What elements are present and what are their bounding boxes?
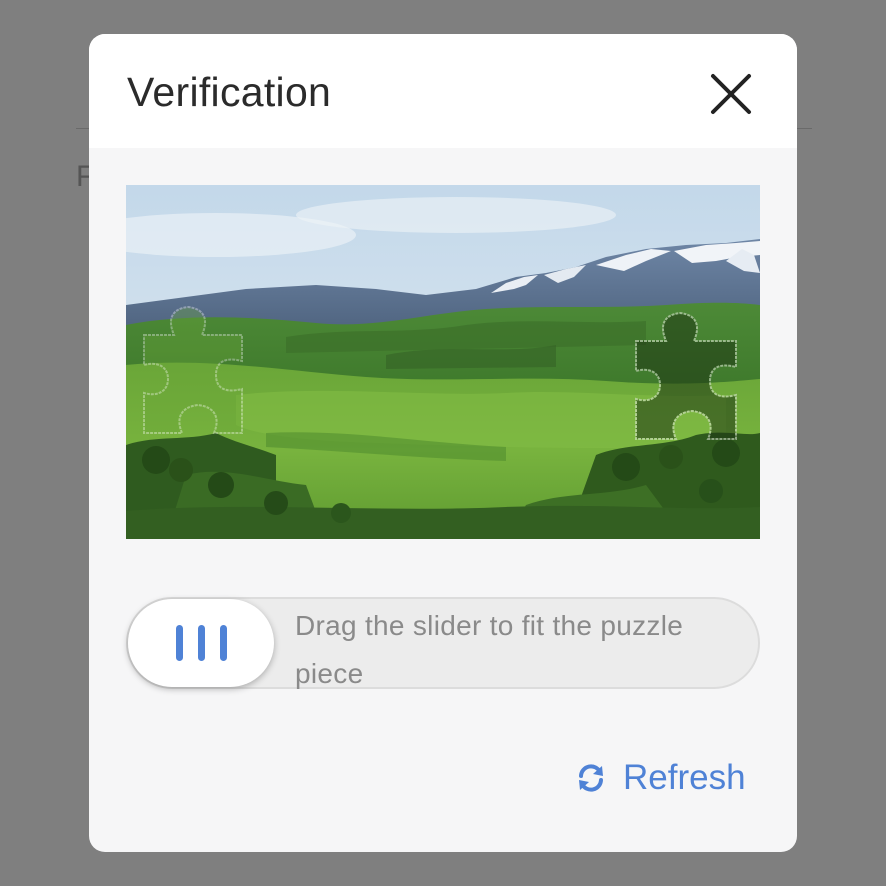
refresh-label: Refresh [623, 758, 746, 797]
grip-lines-icon [176, 625, 228, 661]
refresh-button[interactable]: Refresh [575, 756, 746, 800]
landscape-image [126, 185, 760, 539]
refresh-icon [579, 764, 603, 792]
slider-handle[interactable] [128, 599, 274, 687]
dialog-header: Verification [89, 34, 797, 148]
close-button[interactable] [705, 68, 757, 120]
slider-hint: Drag the slider to fit the puzzle piece [295, 610, 684, 689]
dialog-title: Verification [127, 69, 332, 115]
close-icon [711, 74, 751, 114]
puzzle-image [126, 185, 760, 539]
verification-dialog: Verification Drag the slider to fit the … [89, 34, 797, 852]
